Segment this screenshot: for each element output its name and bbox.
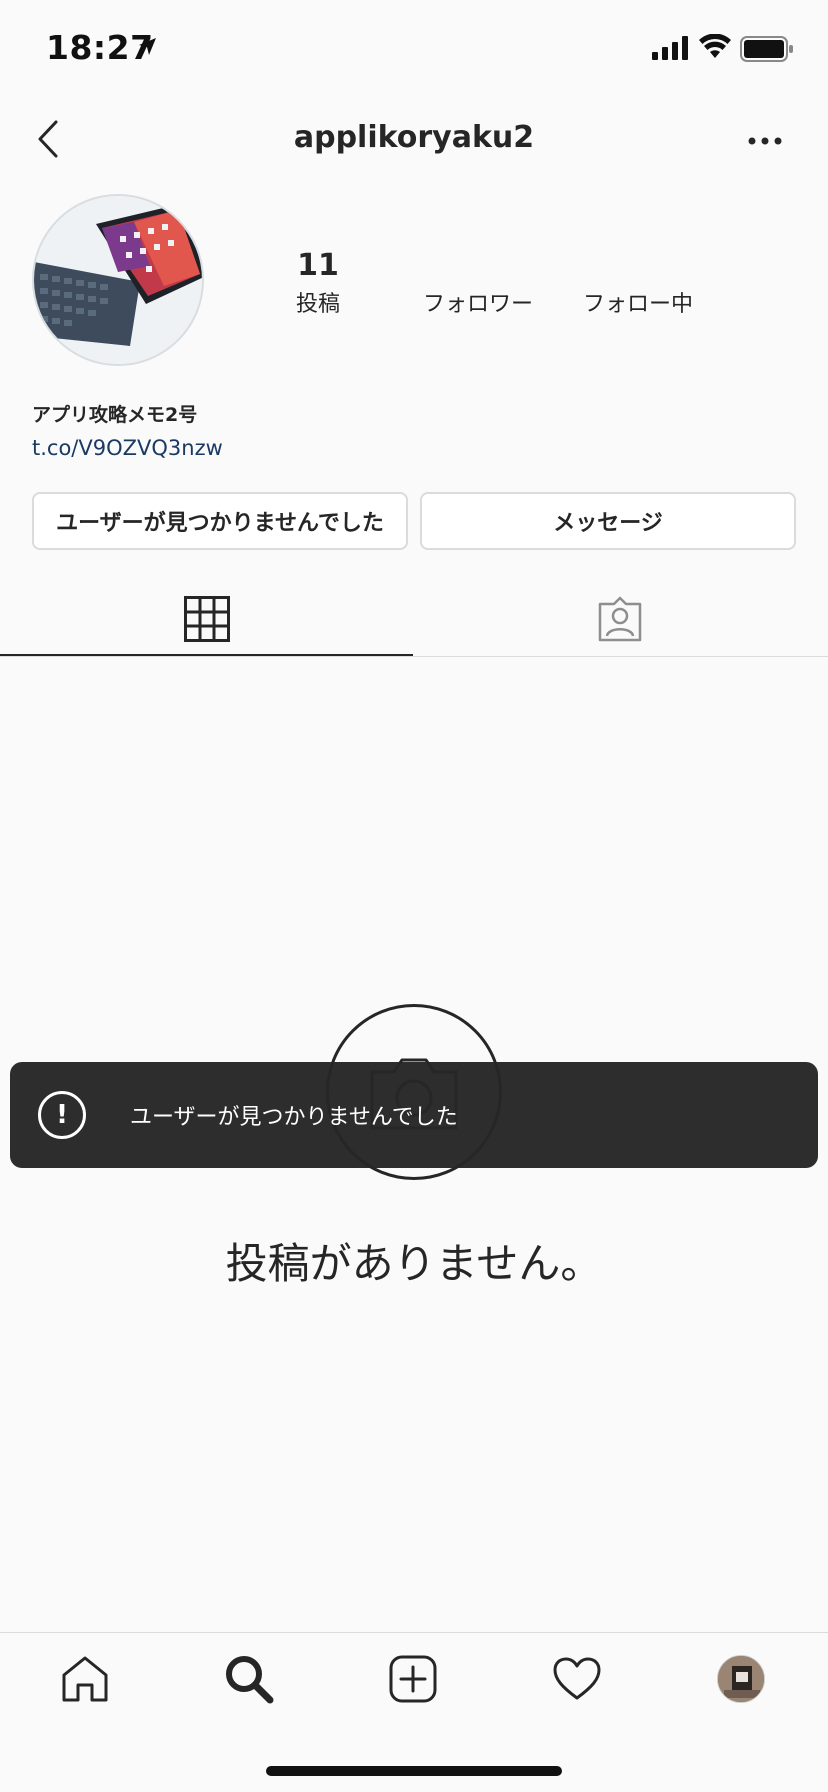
profile-avatar-small (717, 1655, 765, 1703)
grid-icon (183, 596, 230, 642)
tab-tagged[interactable] (413, 582, 826, 656)
profile-avatar[interactable] (32, 194, 204, 366)
followers-count (408, 248, 548, 284)
message-button[interactable]: メッセージ (420, 492, 796, 550)
posts-count: 11 (297, 248, 339, 283)
nav-activity-button[interactable] (542, 1648, 612, 1710)
battery-icon (740, 36, 794, 66)
stat-posts[interactable]: 11 投稿 (248, 248, 388, 318)
nav-home-button[interactable] (50, 1648, 120, 1710)
home-indicator (266, 1766, 562, 1776)
user-not-found-button[interactable]: ユーザーが見つかりませんでした (32, 492, 408, 550)
tab-grid[interactable] (0, 582, 413, 656)
bio-link[interactable]: t.co/V9OZVQ3nzw (32, 436, 223, 460)
bottom-nav-divider (0, 1632, 828, 1633)
following-count (568, 248, 708, 284)
no-posts-text: 投稿がありません。 (225, 1239, 603, 1288)
following-label: フォロー中 (582, 292, 693, 317)
tagged-person-icon (598, 596, 641, 642)
bio-name: アプリ攻略メモ2号 (32, 404, 198, 426)
cellular-signal-icon (652, 36, 690, 64)
nav-search-button[interactable] (214, 1648, 284, 1710)
nav-profile-button[interactable] (706, 1648, 776, 1710)
heart-icon (553, 1657, 601, 1700)
ellipsis-icon (748, 137, 782, 145)
alert-icon: ! (38, 1091, 86, 1139)
toast-message: ユーザーが見つかりませんでした (130, 1105, 458, 1130)
stat-followers[interactable]: フォロワー (408, 248, 548, 318)
wifi-icon (698, 33, 732, 64)
tablet-keyboard-image (34, 196, 202, 364)
nav-add-button[interactable] (378, 1648, 448, 1710)
profile-username: applikoryaku2 (293, 120, 535, 155)
stat-following[interactable]: フォロー中 (568, 248, 708, 318)
location-arrow-icon (136, 36, 158, 62)
posts-label: 投稿 (295, 292, 340, 317)
home-icon (62, 1656, 108, 1702)
followers-label: フォロワー (422, 292, 533, 317)
add-icon (389, 1655, 437, 1703)
error-toast: ! ユーザーが見つかりませんでした (10, 1062, 818, 1168)
search-icon (226, 1656, 274, 1704)
tabs-divider (0, 656, 828, 657)
more-options-button[interactable] (740, 126, 790, 156)
